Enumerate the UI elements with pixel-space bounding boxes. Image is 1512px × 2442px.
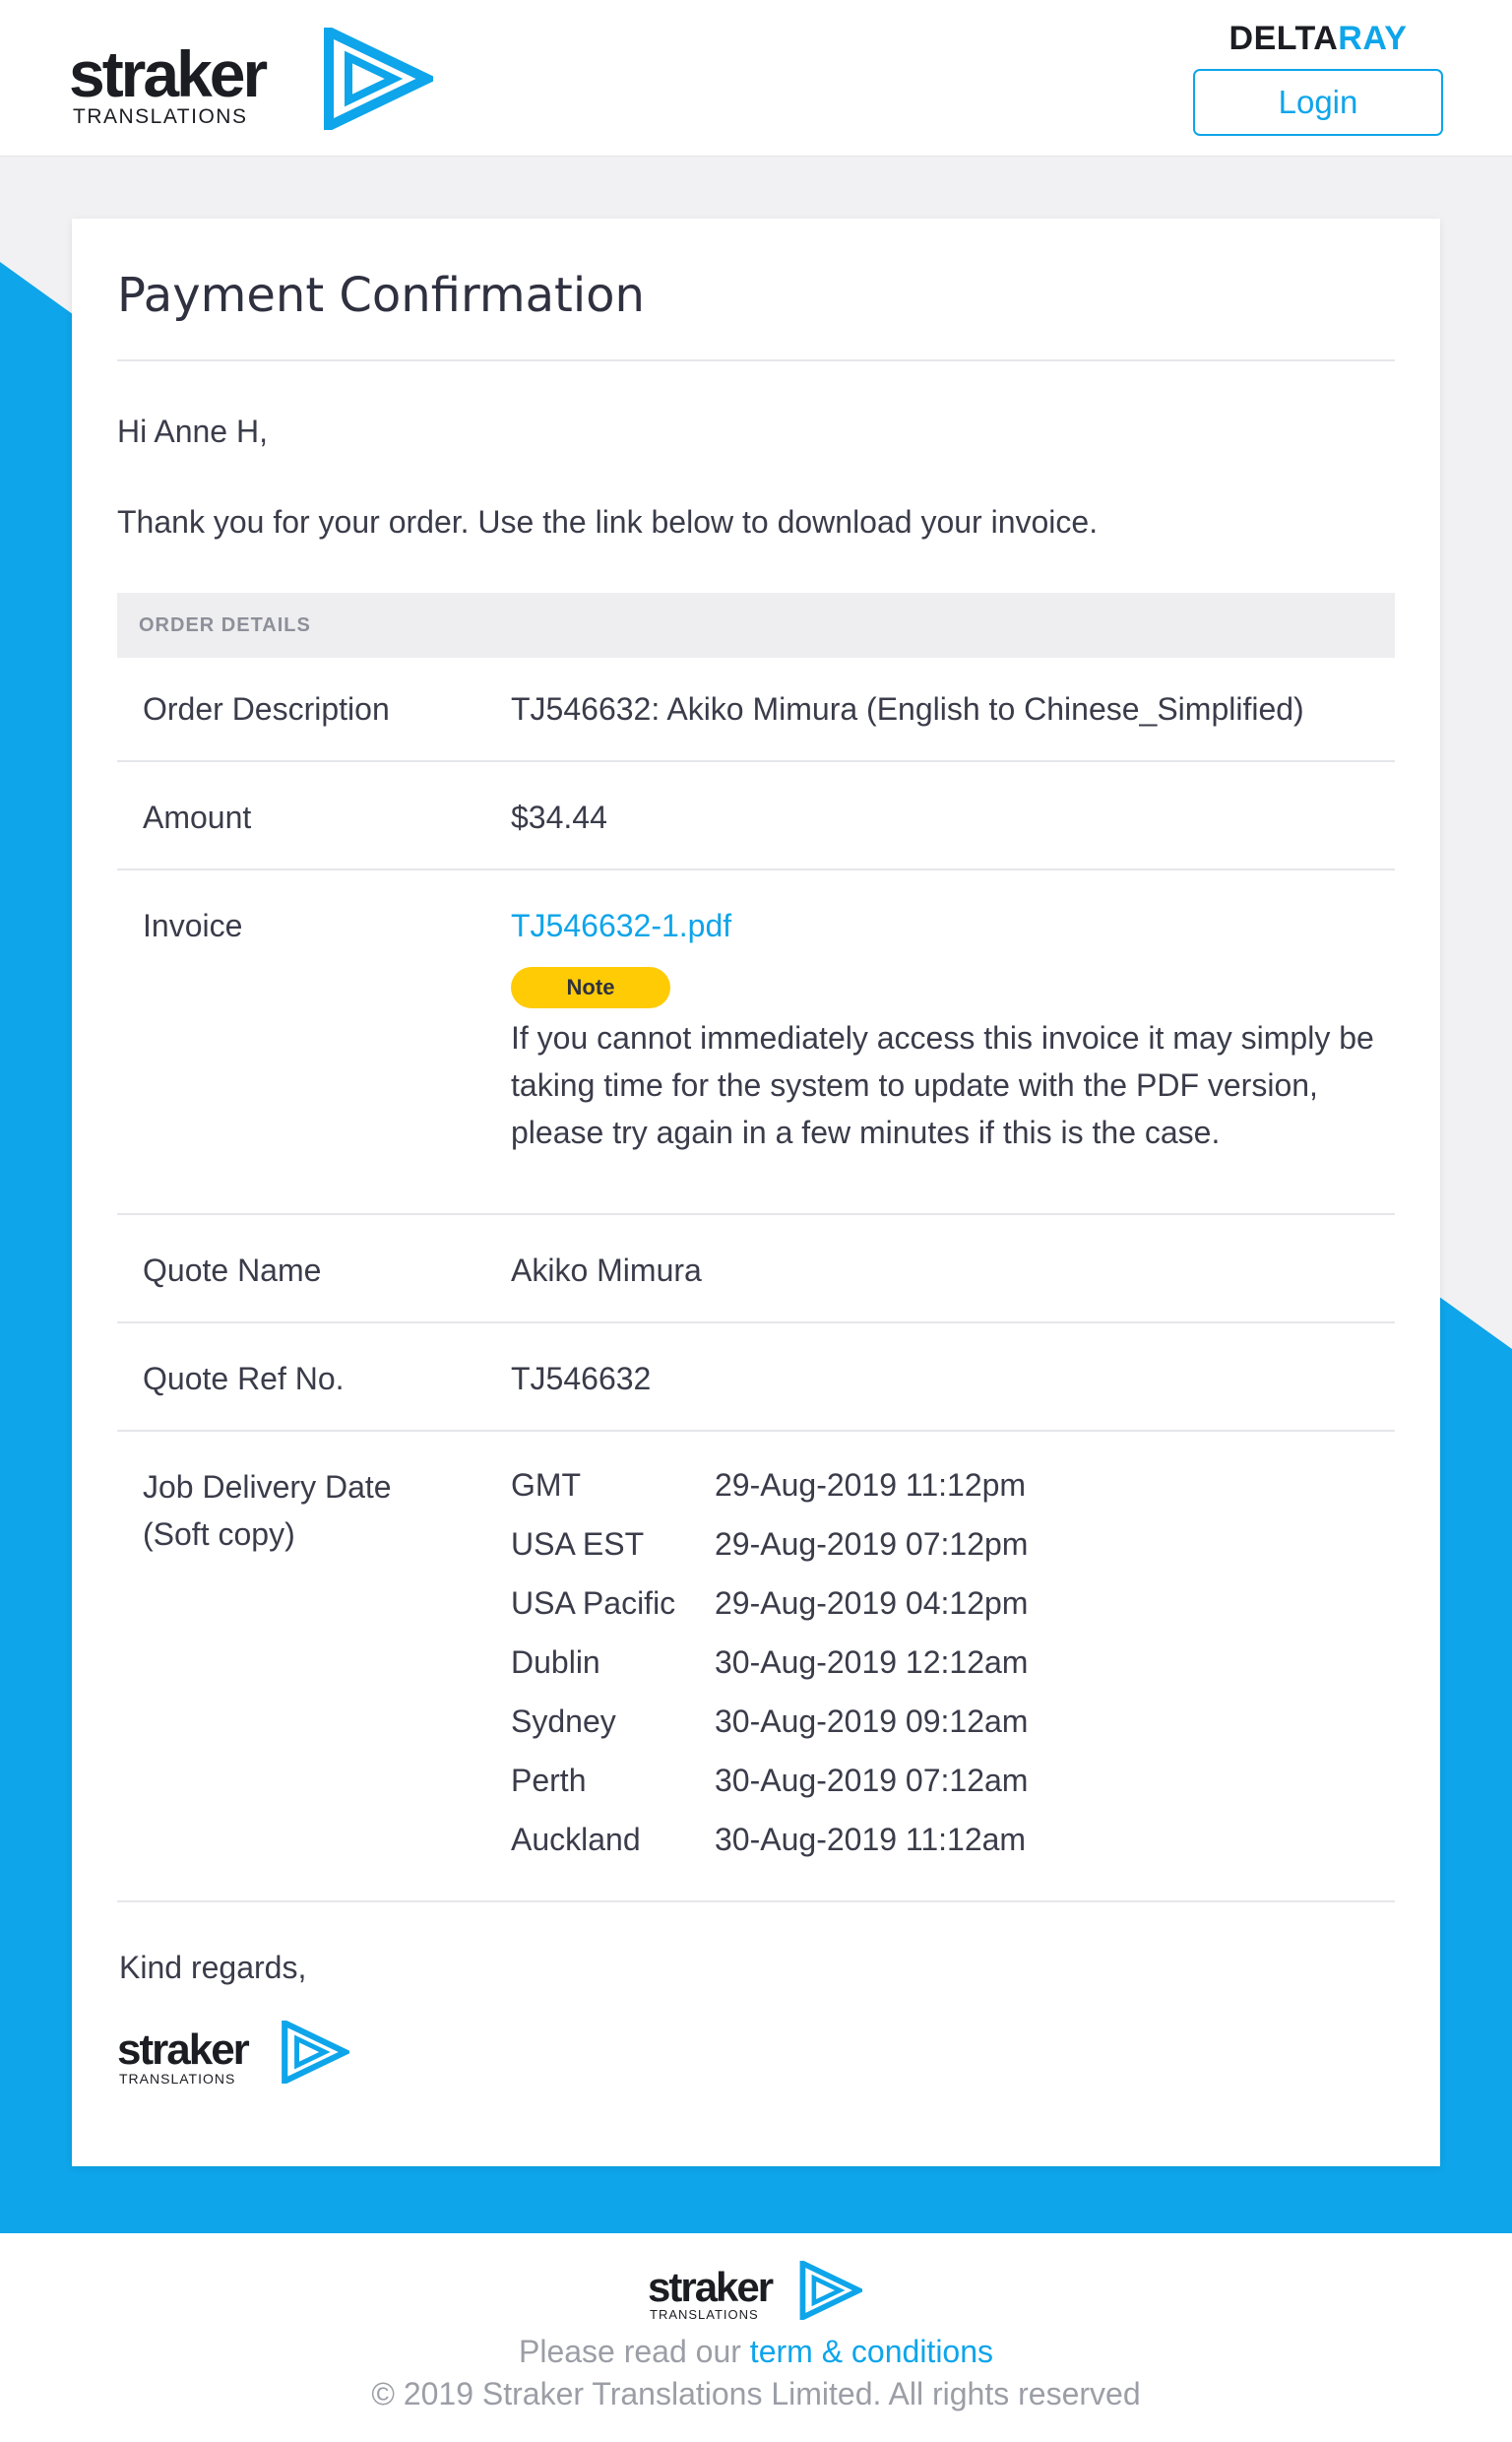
table-row: Perth 30-Aug-2019 07:12am (511, 1757, 1200, 1816)
order-description-value: TJ546632: Akiko Mimura (English to Chine… (511, 691, 1304, 727)
delivery-time: 30-Aug-2019 07:12am (715, 1763, 1029, 1798)
order-details-header: ORDER DETAILS (117, 593, 1395, 658)
deltaray-logo: DELTARAY (1193, 22, 1443, 55)
timezone-name: USA Pacific (511, 1585, 676, 1621)
note-badge: Note (511, 967, 670, 1008)
table-row: GMT 29-Aug-2019 11:12pm (511, 1461, 1200, 1520)
copyright-text: © 2019 Straker Translations Limited. All… (371, 2376, 1141, 2411)
footer: straker TRANSLATIONS Please read our ter… (0, 2233, 1512, 2442)
table-row: Sydney 30-Aug-2019 09:12am (511, 1698, 1200, 1757)
divider (117, 868, 1395, 870)
terms-line: Please read our term & conditions (0, 2332, 1512, 2373)
invoice-link[interactable]: TJ546632-1.pdf (511, 902, 731, 949)
intro-text: Thank you for your order. Use the link b… (117, 504, 1099, 540)
page-title: Payment Confirmation (117, 268, 645, 323)
logo-wordmark: straker (117, 2025, 250, 2074)
amount-label: Amount (143, 800, 252, 835)
delivery-time: 29-Aug-2019 07:12pm (715, 1526, 1029, 1562)
login-button[interactable]: Login (1193, 69, 1443, 136)
terms-prefix: Please read our (518, 2334, 750, 2369)
table-row: Dublin 30-Aug-2019 12:12am (511, 1639, 1200, 1698)
logo-wordmark: straker (69, 37, 268, 110)
delivery-date-label: Job Delivery Date (143, 1469, 392, 1505)
invoice-label: Invoice (143, 908, 243, 943)
footer-logo: straker TRANSLATIONS (648, 2261, 866, 2326)
order-description-label: Order Description (143, 691, 390, 727)
timezone-name: Dublin (511, 1644, 600, 1680)
divider (117, 760, 1395, 762)
timezone-name: Sydney (511, 1703, 616, 1739)
logo-subtitle: TRANSLATIONS (119, 2071, 236, 2087)
divider (117, 359, 1395, 361)
order-details-heading: ORDER DETAILS (139, 614, 311, 636)
timezone-name: Perth (511, 1763, 587, 1798)
logo-subtitle: TRANSLATIONS (650, 2307, 759, 2322)
play-triangle-icon (799, 2261, 862, 2320)
amount-value: $34.44 (511, 800, 607, 835)
note-text: If you cannot immediately access this in… (511, 1020, 1374, 1150)
play-triangle-icon (282, 2021, 349, 2084)
delivery-date-sublabel: (Soft copy) (143, 1516, 295, 1552)
table-row: USA EST 29-Aug-2019 07:12pm (511, 1520, 1200, 1579)
play-triangle-icon (324, 28, 433, 130)
quote-ref-label: Quote Ref No. (143, 1361, 345, 1396)
quote-name-value: Akiko Mimura (511, 1253, 702, 1288)
deltaray-part2: RAY (1338, 20, 1408, 57)
straker-logo[interactable]: straker TRANSLATIONS (69, 28, 433, 136)
divider (117, 1213, 1395, 1215)
table-row: USA Pacific 29-Aug-2019 04:12pm (511, 1579, 1200, 1639)
timezone-name: Auckland (511, 1822, 641, 1857)
table-row: Auckland 30-Aug-2019 11:12am (511, 1816, 1200, 1875)
closing-text: Kind regards, (119, 1950, 307, 1985)
greeting-text: Hi Anne H, (117, 414, 268, 449)
divider (117, 1321, 1395, 1323)
logo-wordmark: straker (648, 2264, 774, 2310)
timezone-name: USA EST (511, 1526, 645, 1562)
timezone-name: GMT (511, 1467, 582, 1503)
logo-subtitle: TRANSLATIONS (73, 105, 248, 128)
terms-link[interactable]: term & conditions (750, 2334, 993, 2369)
delivery-time: 29-Aug-2019 11:12pm (715, 1467, 1027, 1503)
confirmation-card: Payment Confirmation Hi Anne H, Thank yo… (72, 219, 1440, 2166)
top-header: straker TRANSLATIONS DELTARAY Login (0, 0, 1512, 157)
quote-name-label: Quote Name (143, 1253, 322, 1288)
signature-logo: straker TRANSLATIONS (117, 2021, 353, 2089)
delivery-times-table: GMT 29-Aug-2019 11:12pm USA EST 29-Aug-201… (511, 1461, 1200, 1875)
delivery-time: 29-Aug-2019 04:12pm (715, 1585, 1029, 1621)
divider (117, 1430, 1395, 1432)
quote-ref-value: TJ546632 (511, 1361, 652, 1396)
delivery-time: 30-Aug-2019 11:12am (715, 1822, 1027, 1857)
delivery-time: 30-Aug-2019 12:12am (715, 1644, 1029, 1680)
divider (117, 1900, 1395, 1902)
delivery-time: 30-Aug-2019 09:12am (715, 1703, 1029, 1739)
deltaray-part1: DELTA (1228, 20, 1339, 57)
